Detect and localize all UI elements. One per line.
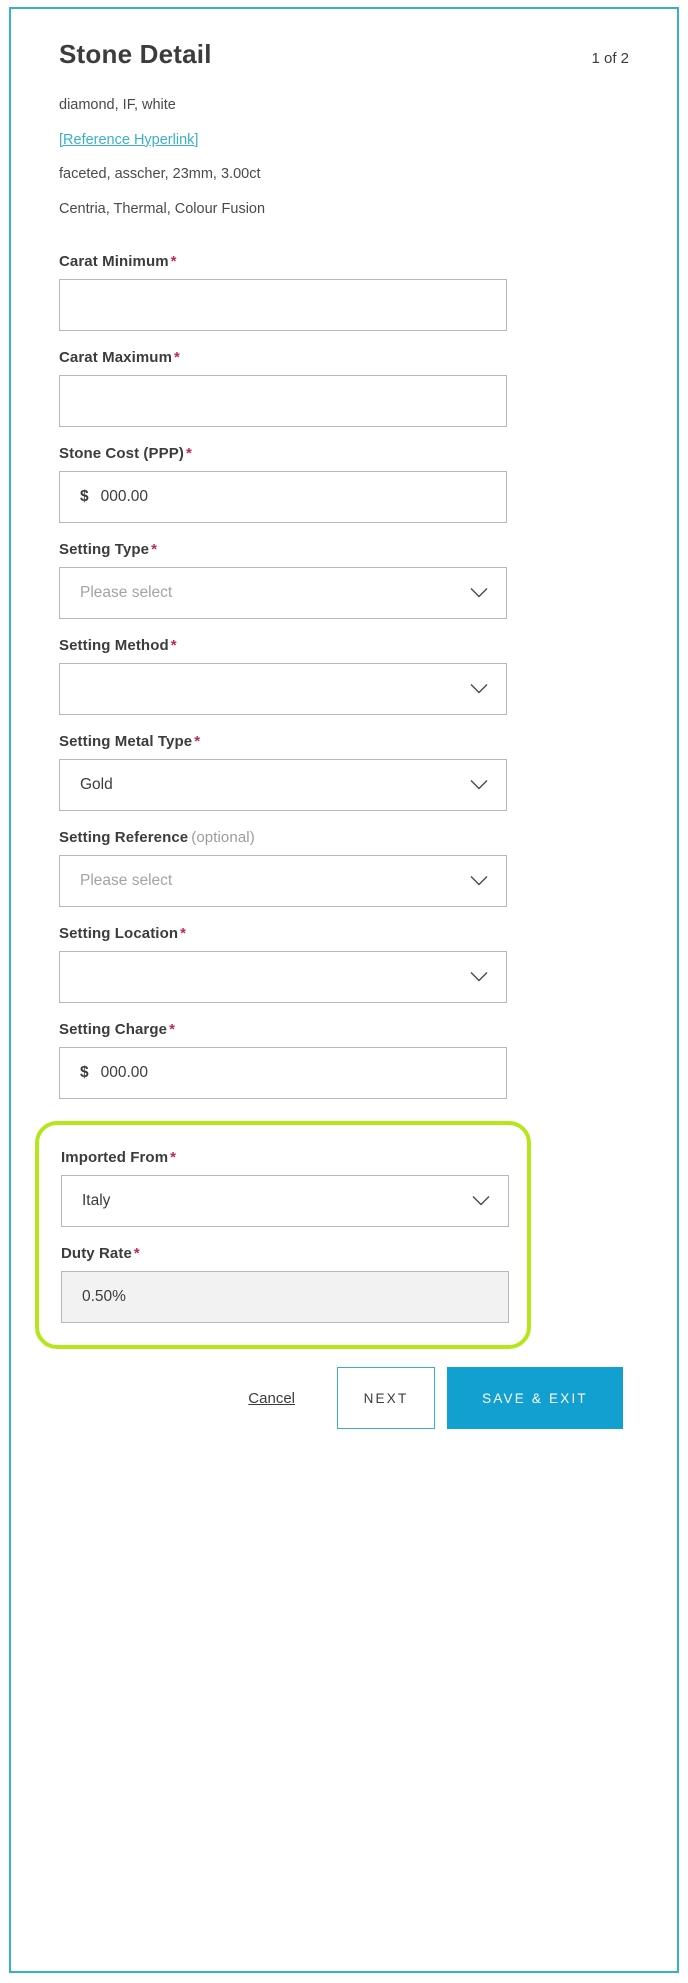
label-text: Setting Location — [59, 925, 179, 943]
required-asterisk: * — [170, 253, 177, 271]
imported-from-value: Italy — [82, 1192, 111, 1210]
label-setting-method: Setting Method * — [59, 637, 639, 654]
label-imported-from: Imported From * — [61, 1149, 527, 1166]
required-asterisk: * — [170, 637, 177, 655]
label-duty-rate: Duty Rate * — [61, 1245, 527, 1262]
chevron-down-icon — [470, 588, 488, 599]
optional-marker: (optional) — [191, 829, 255, 847]
field-setting-metal-type: Setting Metal Type * Gold — [59, 733, 639, 812]
summary-line-treatment: Centria, Thermal, Colour Fusion — [59, 200, 266, 217]
label-text: Setting Charge — [59, 1021, 168, 1039]
stone-cost-input[interactable]: $ 000.00 — [59, 471, 507, 524]
summary-line-attributes: diamond, IF, white — [59, 97, 176, 113]
label-setting-reference: Setting Reference (optional) — [59, 829, 639, 846]
chevron-down-icon — [472, 1196, 490, 1207]
page-counter: 1 of 2 — [591, 50, 629, 67]
reference-hyperlink[interactable]: [Reference Hyperlink] — [59, 131, 198, 151]
label-stone-cost: Stone Cost (PPP) * — [59, 445, 639, 462]
page-title: Stone Detail — [59, 39, 212, 69]
label-text: Setting Type — [59, 541, 150, 559]
import-duty-highlight-group: Imported From * Italy Duty Rate * 0.50% — [35, 1121, 531, 1350]
field-stone-cost: Stone Cost (PPP) * $ 000.00 — [59, 445, 639, 524]
carat-maximum-input[interactable] — [59, 375, 507, 428]
field-setting-type: Setting Type * Please select — [59, 541, 639, 620]
field-setting-charge: Setting Charge * $ 000.00 — [59, 1021, 639, 1100]
label-text: Imported From — [61, 1149, 169, 1167]
required-asterisk: * — [185, 445, 192, 463]
setting-type-select[interactable]: Please select — [59, 567, 507, 620]
field-setting-method: Setting Method * — [59, 637, 639, 716]
required-asterisk: * — [170, 1149, 177, 1167]
setting-metal-type-select[interactable]: Gold — [59, 759, 507, 812]
cancel-button[interactable]: Cancel — [248, 1390, 295, 1407]
screenshot-root: Stone Detail 1 of 2 diamond, IF, white [… — [0, 0, 688, 1983]
currency-symbol: $ — [80, 1064, 89, 1082]
required-asterisk: * — [174, 349, 180, 367]
label-text: Carat Minimum — [59, 253, 169, 271]
stone-cost-value: 000.00 — [100, 488, 149, 506]
label-setting-charge: Setting Charge * — [59, 1021, 639, 1038]
required-asterisk: * — [169, 1021, 176, 1039]
setting-charge-input[interactable]: $ 000.00 — [59, 1047, 507, 1100]
field-setting-reference: Setting Reference (optional) Please selec… — [59, 829, 639, 908]
required-asterisk: * — [133, 1245, 140, 1263]
duty-rate-readonly-field: 0.50% — [61, 1271, 509, 1324]
save-and-exit-button[interactable]: SAVE & EXIT — [447, 1367, 623, 1430]
label-carat-minimum: Carat Minimum * — [59, 253, 639, 270]
chevron-down-icon — [470, 876, 488, 887]
field-carat-maximum: Carat Maximum * — [59, 349, 639, 428]
next-button[interactable]: NEXT — [337, 1367, 435, 1430]
field-imported-from: Imported From * Italy — [61, 1149, 527, 1228]
label-text: Stone Cost (PPP) — [59, 445, 184, 463]
chevron-down-icon — [470, 684, 488, 695]
header: Stone Detail 1 of 2 — [59, 39, 639, 70]
form-actions: Cancel NEXT SAVE & EXIT — [59, 1367, 639, 1430]
chevron-down-icon — [470, 972, 488, 983]
required-asterisk: * — [180, 925, 187, 943]
stone-summary: diamond, IF, white [Reference Hyperlink]… — [59, 96, 639, 219]
duty-rate-value: 0.50% — [82, 1288, 126, 1306]
label-carat-maximum: Carat Maximum * — [59, 349, 639, 366]
setting-method-select[interactable] — [59, 663, 507, 716]
label-text: Carat Maximum — [59, 349, 173, 367]
required-asterisk: * — [151, 541, 158, 559]
field-setting-location: Setting Location * — [59, 925, 639, 1004]
setting-reference-select[interactable]: Please select — [59, 855, 507, 908]
required-asterisk: * — [194, 733, 201, 751]
summary-line-cut: faceted, asscher, 23mm, 3.00ct — [59, 166, 261, 183]
setting-reference-value: Please select — [80, 872, 173, 890]
label-setting-metal-type: Setting Metal Type * — [59, 733, 639, 750]
label-setting-type: Setting Type * — [59, 541, 639, 558]
setting-metal-type-value: Gold — [80, 776, 113, 794]
label-text: Setting Method — [59, 637, 169, 655]
form-content: Stone Detail 1 of 2 diamond, IF, white [… — [35, 39, 639, 1430]
setting-location-select[interactable] — [59, 951, 507, 1004]
label-text: Setting Metal Type — [59, 733, 193, 751]
setting-type-value: Please select — [80, 584, 173, 602]
field-duty-rate: Duty Rate * 0.50% — [61, 1245, 527, 1324]
form-card-frame: Stone Detail 1 of 2 diamond, IF, white [… — [9, 7, 679, 1973]
chevron-down-icon — [470, 780, 488, 791]
label-setting-location: Setting Location * — [59, 925, 639, 942]
summary-line-reference: [Reference Hyperlink] — [59, 131, 639, 151]
carat-minimum-input[interactable] — [59, 279, 507, 332]
setting-charge-value: 000.00 — [100, 1064, 149, 1082]
label-text: Duty Rate — [61, 1245, 132, 1263]
field-carat-minimum: Carat Minimum * — [59, 253, 639, 332]
label-text: Setting Reference — [59, 829, 189, 847]
currency-symbol: $ — [80, 488, 89, 506]
imported-from-select[interactable]: Italy — [61, 1175, 509, 1228]
